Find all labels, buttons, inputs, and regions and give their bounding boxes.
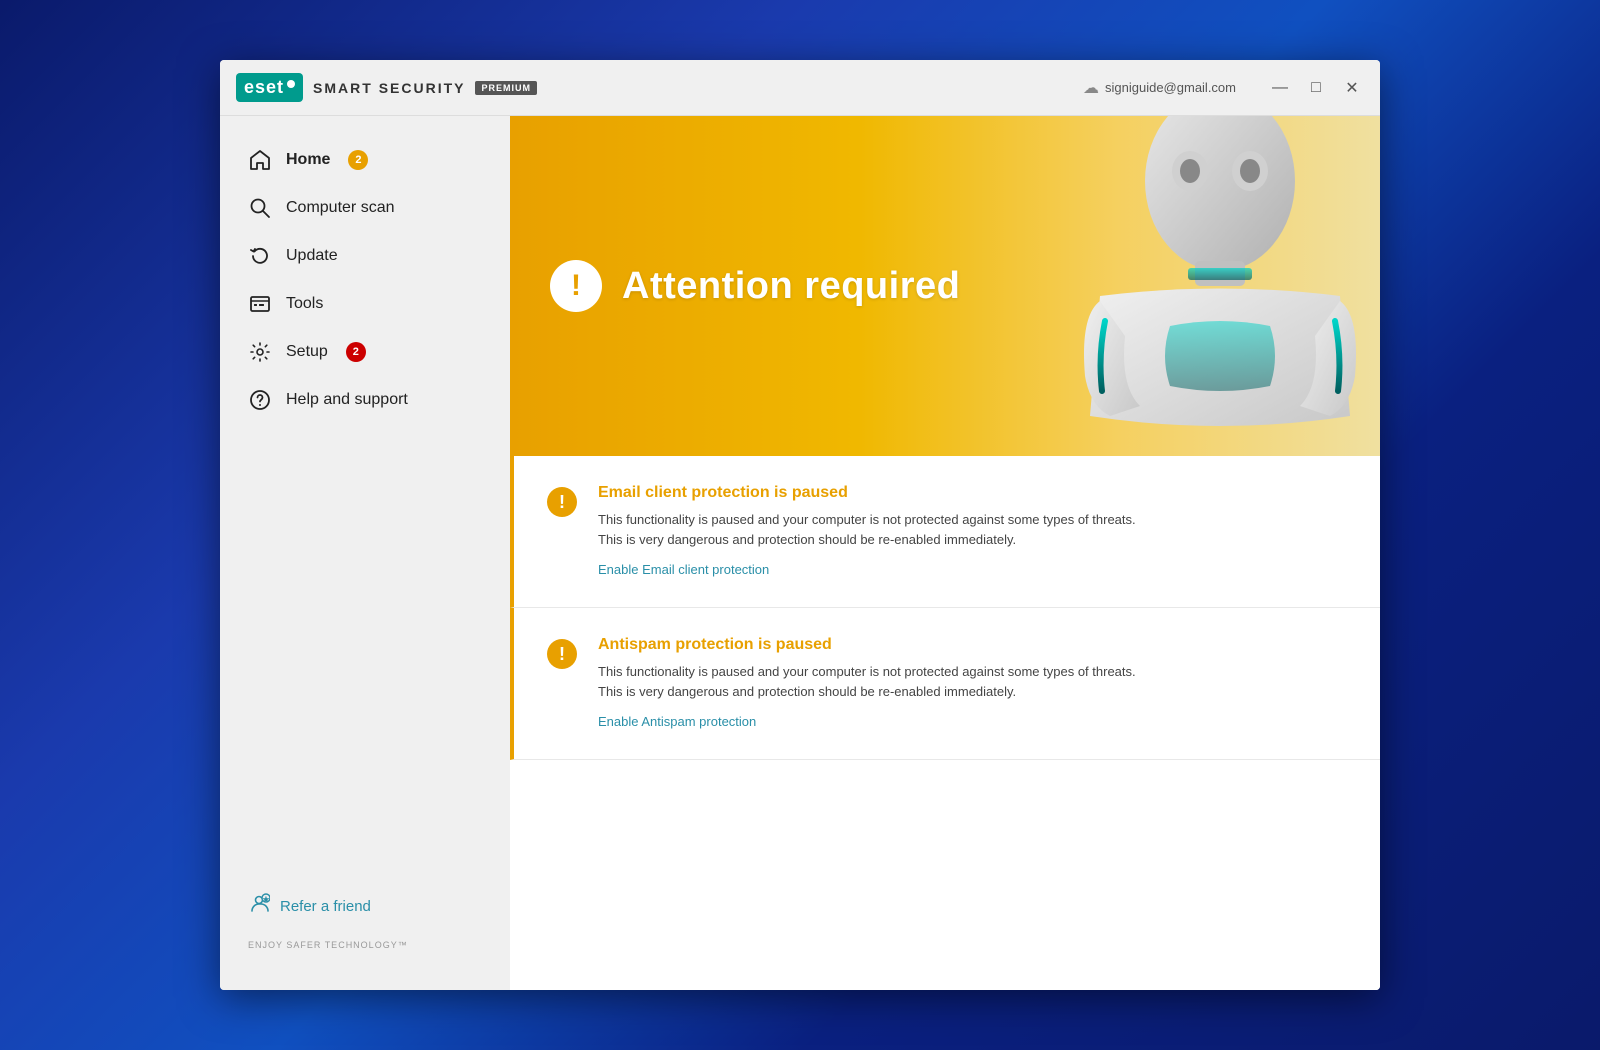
notif-content-email: Email client protection is paused This f… [598, 484, 1136, 579]
notifications-list: ! Email client protection is paused This… [510, 456, 1380, 990]
refer-icon: ★ [248, 892, 270, 920]
notif-item-email: ! Email client protection is paused This… [510, 456, 1380, 608]
sidebar-item-computer-scan[interactable]: Computer scan [220, 184, 510, 232]
attention-icon: ! [550, 260, 602, 312]
user-email-display: ☁ signiguide@gmail.com [1083, 78, 1236, 98]
sidebar-item-help-and-support[interactable]: Help and support [220, 376, 510, 424]
sidebar-item-update-label: Update [286, 247, 338, 265]
close-button[interactable]: ✕ [1340, 76, 1364, 100]
update-icon [248, 244, 272, 268]
warning-icon-email: ! [546, 486, 578, 518]
home-badge: 2 [348, 150, 368, 170]
sidebar-item-home-label: Home [286, 151, 330, 169]
notif-content-antispam: Antispam protection is paused This funct… [598, 636, 1136, 731]
window-controls: — □ ✕ [1268, 76, 1364, 100]
sidebar-item-home[interactable]: Home 2 [220, 136, 510, 184]
notif-item-antispam: ! Antispam protection is paused This fun… [510, 608, 1380, 760]
sidebar-item-computer-scan-label: Computer scan [286, 199, 395, 217]
enjoy-text: ENJOY SAFER TECHNOLOGY™ [248, 940, 482, 950]
sidebar-bottom: ★ Refer a friend ENJOY SAFER TECHNOLOGY™ [220, 872, 510, 970]
sidebar: Home 2 Computer scan [220, 116, 510, 990]
eset-logo-dot [287, 80, 295, 88]
notif-action-email[interactable]: Enable Email client protection [598, 562, 769, 577]
content-area: ! Attention required [510, 116, 1380, 990]
notif-title-email: Email client protection is paused [598, 484, 1136, 502]
sidebar-item-setup-label: Setup [286, 343, 328, 361]
svg-text:★: ★ [262, 895, 270, 904]
sidebar-item-tools-label: Tools [286, 295, 323, 313]
eset-logo-text: eset [244, 77, 284, 98]
home-icon [248, 148, 272, 172]
svg-text:!: ! [559, 644, 565, 664]
eset-logo-badge: eset [236, 73, 303, 102]
minimize-button[interactable]: — [1268, 76, 1292, 100]
sidebar-item-tools[interactable]: Tools [220, 280, 510, 328]
hero-banner: ! Attention required [510, 116, 1380, 456]
sidebar-item-setup[interactable]: Setup 2 [220, 328, 510, 376]
refer-friend-label: Refer a friend [280, 898, 371, 915]
maximize-button[interactable]: □ [1304, 76, 1328, 100]
robot-figure [1060, 116, 1380, 456]
help-icon [248, 388, 272, 412]
setup-badge: 2 [346, 342, 366, 362]
warning-icon-antispam: ! [546, 638, 578, 670]
cloud-icon: ☁ [1083, 78, 1099, 98]
app-window: eset SMART SECURITY PREMIUM ☁ signiguide… [220, 60, 1380, 990]
titlebar: eset SMART SECURITY PREMIUM ☁ signiguide… [220, 60, 1380, 116]
premium-badge: PREMIUM [475, 81, 537, 95]
sidebar-item-help-label: Help and support [286, 391, 408, 409]
svg-text:!: ! [559, 492, 565, 512]
search-icon [248, 196, 272, 220]
exclamation-icon: ! [571, 269, 581, 303]
attention-banner: ! Attention required [510, 260, 1000, 312]
refer-friend-button[interactable]: ★ Refer a friend [248, 892, 482, 920]
app-logo: eset SMART SECURITY PREMIUM [236, 73, 537, 102]
notif-desc-antispam: This functionality is paused and your co… [598, 662, 1136, 701]
setup-icon [248, 340, 272, 364]
titlebar-right: ☁ signiguide@gmail.com — □ ✕ [1083, 76, 1364, 100]
notif-title-antispam: Antispam protection is paused [598, 636, 1136, 654]
app-title: SMART SECURITY [313, 80, 465, 96]
main-layout: Home 2 Computer scan [220, 116, 1380, 990]
user-email-text: signiguide@gmail.com [1105, 80, 1236, 95]
nav-menu: Home 2 Computer scan [220, 136, 510, 872]
notif-action-antispam[interactable]: Enable Antispam protection [598, 714, 756, 729]
attention-text: Attention required [622, 265, 960, 308]
notif-desc-email: This functionality is paused and your co… [598, 510, 1136, 549]
tools-icon [248, 292, 272, 316]
sidebar-item-update[interactable]: Update [220, 232, 510, 280]
